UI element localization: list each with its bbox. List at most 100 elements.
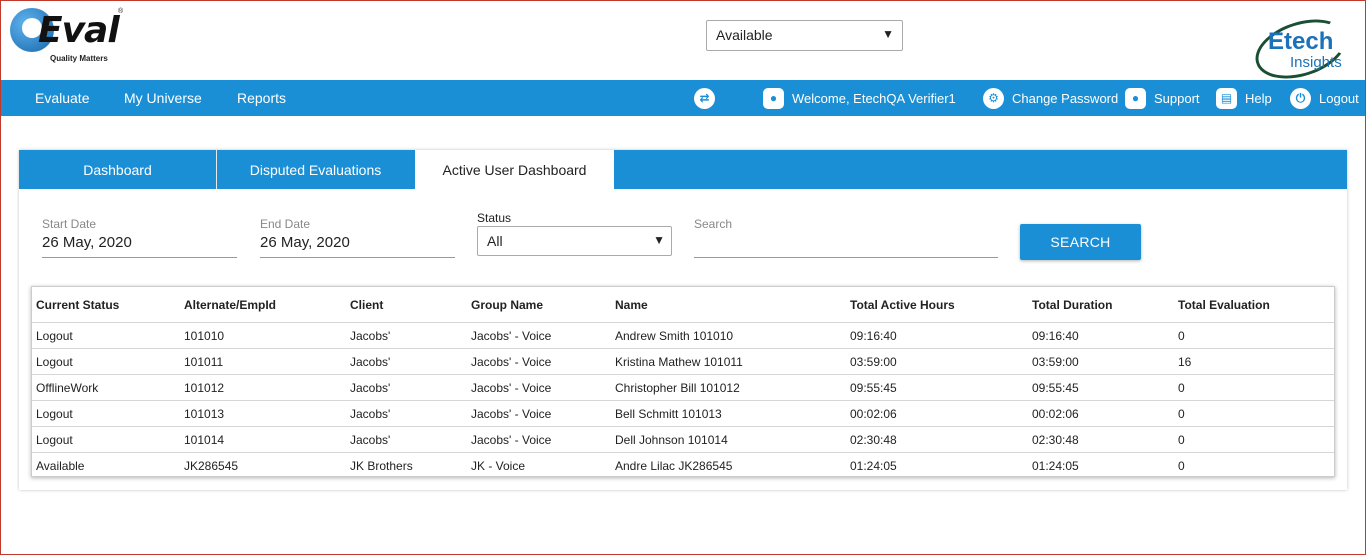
col-total-duration[interactable]: Total Duration <box>1032 298 1112 312</box>
cell-current-status: Logout <box>36 355 73 369</box>
col-alternate-empid[interactable]: Alternate/EmpId <box>184 298 276 312</box>
logout-link[interactable]: ⏻ Logout <box>1290 80 1359 116</box>
col-total-active-hours[interactable]: Total Active Hours <box>850 298 955 312</box>
cell-group-name: JK - Voice <box>471 459 526 473</box>
availability-select[interactable]: Available ▼ <box>706 20 903 51</box>
table-row[interactable]: Logout 101013 Jacobs' Jacobs' - Voice Be… <box>32 401 1334 427</box>
cell-current-status: Logout <box>36 329 73 343</box>
search-button[interactable]: SEARCH <box>1020 224 1141 260</box>
help-link[interactable]: ▤ Help <box>1216 80 1272 116</box>
cell-empid: 101013 <box>184 407 225 421</box>
nav-evaluate[interactable]: Evaluate <box>35 90 89 106</box>
cell-empid: JK286545 <box>184 459 239 473</box>
top-header: Eval ® Quality Matters Available ▼ Etech… <box>0 0 1366 90</box>
start-date-input[interactable]: 26 May, 2020 <box>42 234 132 251</box>
nav-my-universe[interactable]: My Universe <box>124 90 202 106</box>
book-icon: ▤ <box>1216 87 1237 109</box>
search-input[interactable] <box>694 234 997 256</box>
table-row[interactable]: Logout 101014 Jacobs' Jacobs' - Voice De… <box>32 427 1334 453</box>
cell-active-hours: 01:24:05 <box>850 459 897 473</box>
status-filter-label: Status <box>477 211 512 225</box>
start-date-label: Start Date <box>42 217 97 231</box>
tab-dashboard[interactable]: Dashboard <box>19 150 217 189</box>
status-filter-select[interactable]: All ▼ <box>477 226 672 256</box>
power-icon: ⏻ <box>1290 87 1311 109</box>
table-row[interactable]: Available JK286545 JK Brothers JK - Voic… <box>32 453 1334 477</box>
end-date-label: End Date <box>260 217 311 231</box>
cell-client: JK Brothers <box>350 459 413 473</box>
cell-group-name: Jacobs' - Voice <box>471 329 552 343</box>
user-icon: ● <box>1125 87 1146 109</box>
cell-evaluation: 0 <box>1178 459 1185 473</box>
chevron-down-icon: ▼ <box>882 27 894 41</box>
cell-active-hours: 02:30:48 <box>850 433 897 447</box>
col-client[interactable]: Client <box>350 298 383 312</box>
cell-evaluation: 0 <box>1178 407 1185 421</box>
logout-label: Logout <box>1319 90 1359 106</box>
etech-logo-line1: Etech <box>1268 28 1334 55</box>
status-filter-value: All <box>487 233 503 249</box>
tab-disputed-evaluations[interactable]: Disputed Evaluations <box>217 150 414 189</box>
tab-bar: Dashboard Disputed Evaluations Active Us… <box>19 150 1347 189</box>
cell-duration: 09:55:45 <box>1032 381 1079 395</box>
welcome-user: ● Welcome, EtechQA Verifier1 <box>763 80 956 116</box>
cell-client: Jacobs' <box>350 407 391 421</box>
col-group-name[interactable]: Group Name <box>471 298 543 312</box>
qeval-logo-reg: ® <box>118 8 124 15</box>
swap-button[interactable]: ⇄ <box>694 80 723 116</box>
cell-client: Jacobs' <box>350 329 391 343</box>
change-password-link[interactable]: ⚙ Change Password <box>983 80 1118 116</box>
table-row[interactable]: OfflineWork 101012 Jacobs' Jacobs' - Voi… <box>32 375 1334 401</box>
etech-insights-logo: Etech Insights <box>1247 8 1355 90</box>
cell-evaluation: 16 <box>1178 355 1192 369</box>
cell-empid: 101011 <box>184 355 224 369</box>
cell-group-name: Jacobs' - Voice <box>471 355 552 369</box>
swap-icon: ⇄ <box>694 87 715 109</box>
nav-reports[interactable]: Reports <box>237 90 286 106</box>
qeval-logo[interactable]: Eval ® Quality Matters <box>10 6 124 64</box>
cell-name: Christopher Bill 101012 <box>615 381 740 395</box>
table-row[interactable]: Logout 101010 Jacobs' Jacobs' - Voice An… <box>32 323 1334 349</box>
user-icon: ● <box>763 87 784 109</box>
cell-current-status: Logout <box>36 433 73 447</box>
col-current-status[interactable]: Current Status <box>36 298 119 312</box>
active-user-table: Current Status Alternate/EmpId Client Gr… <box>31 286 1335 477</box>
cell-client: Jacobs' <box>350 433 391 447</box>
availability-select-value: Available <box>716 27 773 43</box>
cell-client: Jacobs' <box>350 355 391 369</box>
help-label: Help <box>1245 90 1272 106</box>
table-row[interactable]: Logout 101011 Jacobs' Jacobs' - Voice Kr… <box>32 349 1334 375</box>
col-name[interactable]: Name <box>615 298 648 312</box>
qeval-tagline: Quality Matters <box>50 54 108 63</box>
cell-current-status: OfflineWork <box>36 381 99 395</box>
cell-name: Kristina Mathew 101011 <box>615 355 743 369</box>
cell-name: Andrew Smith 101010 <box>615 329 734 343</box>
start-date-underline <box>42 257 237 258</box>
cell-client: Jacobs' <box>350 381 391 395</box>
cell-active-hours: 03:59:00 <box>850 355 897 369</box>
support-label: Support <box>1154 90 1200 106</box>
cell-active-hours: 09:55:45 <box>850 381 897 395</box>
cell-evaluation: 0 <box>1178 433 1185 447</box>
cell-group-name: Jacobs' - Voice <box>471 381 552 395</box>
cell-name: Dell Johnson 101014 <box>615 433 728 447</box>
cell-active-hours: 00:02:06 <box>850 407 897 421</box>
cell-name: Bell Schmitt 101013 <box>615 407 722 421</box>
etech-logo-line2: Insights <box>1290 54 1342 71</box>
cell-group-name: Jacobs' - Voice <box>471 433 552 447</box>
cell-empid: 101014 <box>184 433 225 447</box>
cell-current-status: Available <box>36 459 85 473</box>
tab-active-user-dashboard[interactable]: Active User Dashboard <box>415 150 614 189</box>
cell-duration: 09:16:40 <box>1032 329 1079 343</box>
search-label: Search <box>694 217 733 231</box>
end-date-input[interactable]: 26 May, 2020 <box>260 234 350 251</box>
change-password-label: Change Password <box>1012 90 1119 106</box>
cell-duration: 00:02:06 <box>1032 407 1079 421</box>
cell-name: Andre Lilac JK286545 <box>615 459 733 473</box>
support-link[interactable]: ● Support <box>1125 80 1200 116</box>
main-nav: Evaluate My Universe Reports ⇄ ● Welcome… <box>0 80 1366 116</box>
cell-duration: 01:24:05 <box>1032 459 1079 473</box>
cell-current-status: Logout <box>36 407 73 421</box>
welcome-text: Welcome, EtechQA Verifier1 <box>792 90 956 106</box>
col-total-evaluation[interactable]: Total Evaluation <box>1178 298 1270 312</box>
